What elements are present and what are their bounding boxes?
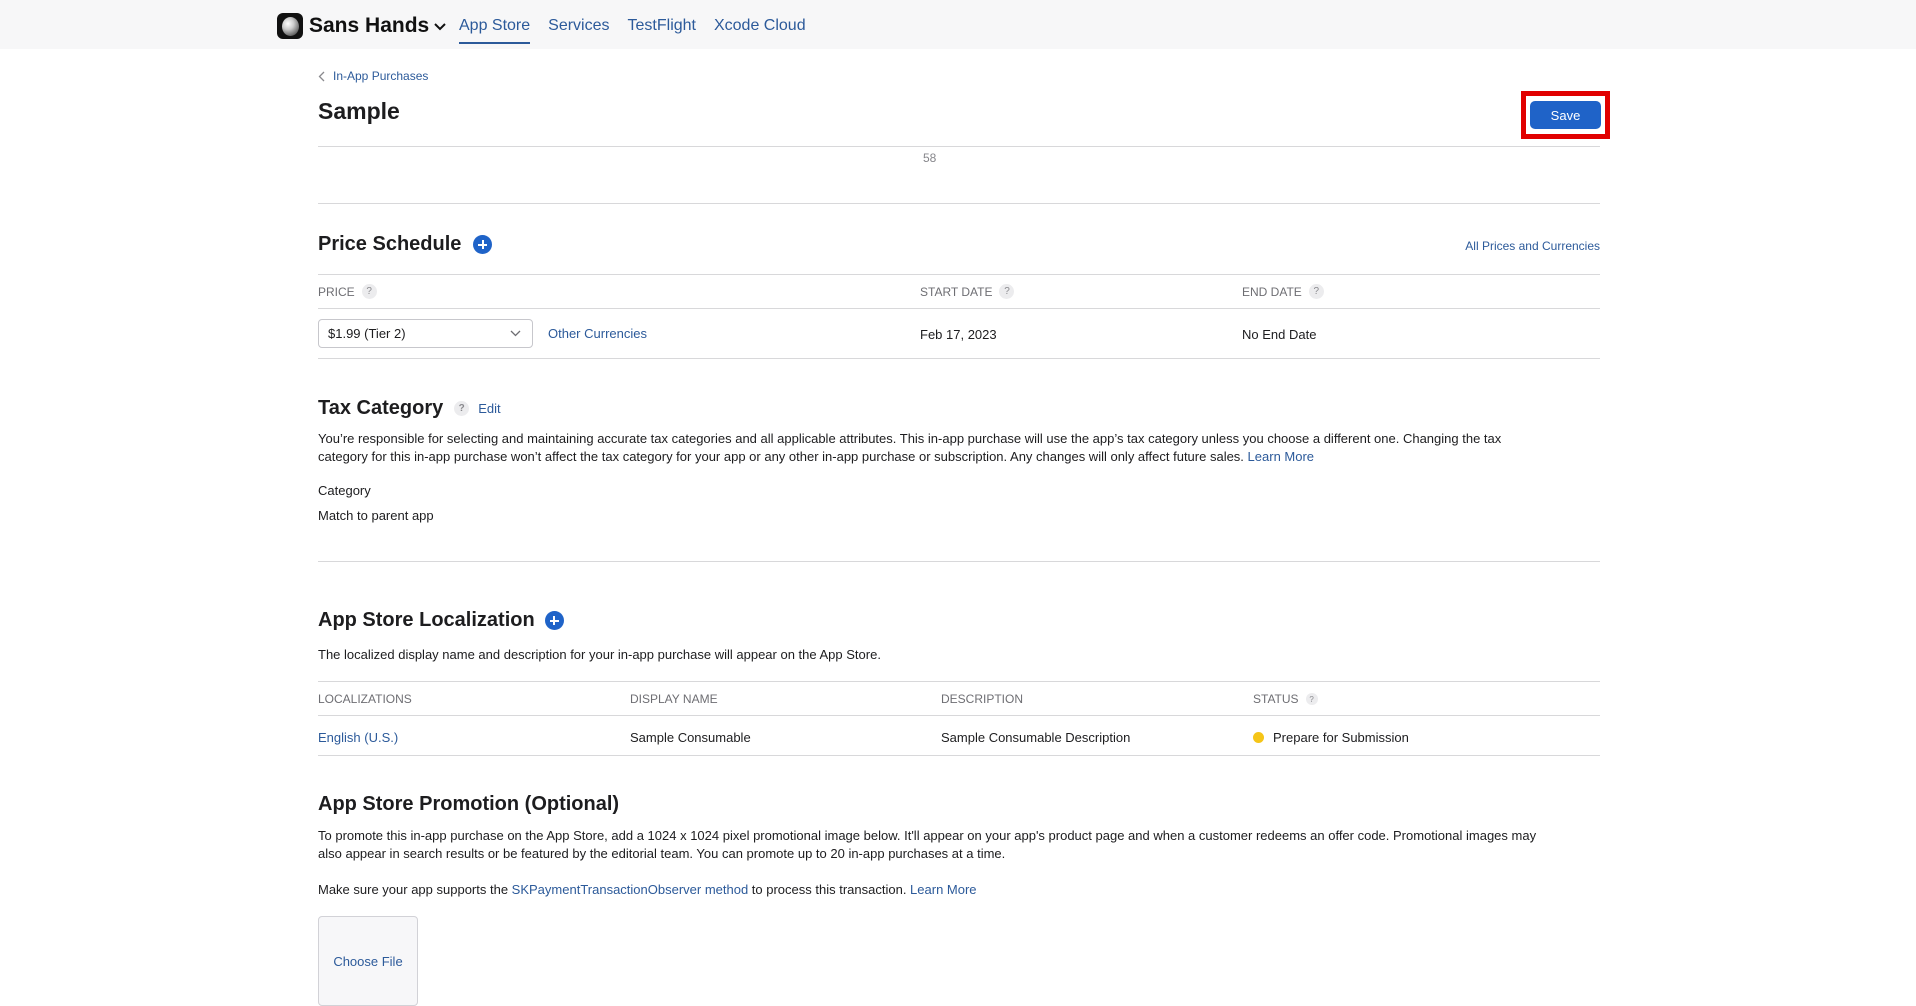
- tab-services[interactable]: Services: [548, 17, 609, 44]
- header-label: PRICE: [318, 284, 355, 299]
- tax-description-line: category for this in-app purchase won’t …: [318, 449, 1244, 464]
- character-counter: 58: [923, 151, 937, 165]
- tax-category-heading: Tax Category ? Edit: [318, 397, 501, 420]
- divider: [318, 308, 1600, 309]
- header-label: START DATE: [920, 284, 993, 299]
- divider: [318, 715, 1600, 716]
- promotion-support-text: Make sure your app supports the SKPaymen…: [318, 881, 977, 899]
- column-header-price: PRICE?: [318, 284, 377, 299]
- status-indicator-icon: [1253, 732, 1264, 743]
- tab-testflight[interactable]: TestFlight: [628, 17, 696, 44]
- column-header-end-date: END DATE?: [1242, 284, 1324, 299]
- help-icon[interactable]: ?: [1305, 693, 1318, 705]
- display-name-cell: Sample Consumable: [630, 730, 751, 745]
- tax-description-line: You’re responsible for selecting and mai…: [318, 431, 1502, 446]
- promotion-description-line: also appear in search results or be feat…: [318, 846, 1006, 861]
- support-text: Make sure your app supports the: [318, 882, 512, 897]
- app-name: Sans Hands: [309, 14, 430, 37]
- divider: [318, 203, 1600, 204]
- divider: [318, 681, 1600, 682]
- chevron-down-icon: [510, 330, 521, 337]
- help-icon[interactable]: ?: [361, 284, 377, 299]
- column-header-start-date: START DATE?: [920, 284, 1015, 299]
- support-text: to process this transaction.: [748, 882, 911, 897]
- tax-edit-link[interactable]: Edit: [478, 401, 500, 416]
- breadcrumb-back-link[interactable]: In-App Purchases: [318, 69, 428, 83]
- other-currencies-link[interactable]: Other Currencies: [548, 326, 647, 341]
- choose-file-button[interactable]: Choose File: [318, 916, 418, 1006]
- tab-app-store[interactable]: App Store: [459, 17, 531, 44]
- price-schedule-heading: Price Schedule: [318, 233, 493, 256]
- promotion-learn-more-link[interactable]: Learn More: [910, 882, 976, 897]
- choose-file-label: Choose File: [333, 953, 403, 969]
- promotion-description: To promote this in-app purchase on the A…: [318, 827, 1608, 863]
- column-header-display-name: DISPLAY NAME: [630, 692, 718, 706]
- help-icon[interactable]: ?: [1308, 284, 1324, 299]
- column-header-status: STATUS?: [1253, 692, 1318, 706]
- app-icon: [277, 13, 303, 39]
- add-localization-icon[interactable]: [544, 611, 564, 630]
- price-schedule-title: Price Schedule: [318, 233, 462, 255]
- localization-title: App Store Localization: [318, 609, 535, 631]
- divider: [318, 274, 1600, 275]
- chevron-down-icon: [434, 23, 446, 31]
- page-title: Sample: [318, 98, 400, 124]
- column-header-description: DESCRIPTION: [941, 692, 1024, 706]
- description-cell: Sample Consumable Description: [941, 730, 1131, 745]
- price-select[interactable]: $1.99 (Tier 2): [318, 319, 533, 348]
- divider: [318, 146, 1600, 147]
- promotion-description-line: To promote this in-app purchase on the A…: [318, 828, 1537, 843]
- promotion-title: App Store Promotion (Optional): [318, 793, 620, 815]
- save-button[interactable]: Save: [1530, 101, 1601, 129]
- skpayment-link[interactable]: SKPaymentTransactionObserver method: [512, 882, 749, 897]
- divider: [318, 561, 1600, 562]
- localization-description: The localized display name and descripti…: [318, 647, 881, 662]
- tax-description: You’re responsible for selecting and mai…: [318, 430, 1608, 466]
- header-label: STATUS: [1253, 692, 1299, 706]
- divider: [318, 358, 1600, 359]
- price-select-value: $1.99 (Tier 2): [328, 326, 406, 341]
- tax-learn-more-link[interactable]: Learn More: [1248, 449, 1314, 464]
- header-label: END DATE: [1242, 284, 1302, 299]
- app-switcher[interactable]: Sans Hands: [277, 13, 447, 39]
- localization-heading: App Store Localization: [318, 609, 564, 632]
- column-header-localizations: LOCALIZATIONS: [318, 692, 412, 706]
- divider: [318, 755, 1600, 756]
- breadcrumb-label: In-App Purchases: [333, 69, 429, 83]
- all-prices-link[interactable]: All Prices and Currencies: [1465, 239, 1600, 253]
- help-icon[interactable]: ?: [454, 401, 470, 416]
- category-value: Match to parent app: [318, 508, 434, 523]
- chevron-left-icon: [318, 71, 325, 81]
- status-text: Prepare for Submission: [1273, 730, 1409, 745]
- status-cell: Prepare for Submission: [1253, 730, 1409, 745]
- tab-xcode-cloud[interactable]: Xcode Cloud: [714, 17, 806, 44]
- add-price-icon[interactable]: [473, 235, 493, 254]
- start-date-value: Feb 17, 2023: [920, 327, 997, 342]
- top-navigation-bar: Sans Hands App Store Services TestFlight…: [0, 0, 1916, 49]
- locale-link[interactable]: English (U.S.): [318, 730, 398, 745]
- end-date-value: No End Date: [1242, 327, 1317, 342]
- help-icon[interactable]: ?: [999, 284, 1015, 299]
- main-tabs: App Store Services TestFlight Xcode Clou…: [459, 17, 824, 44]
- tax-category-title: Tax Category: [318, 397, 444, 419]
- category-label: Category: [318, 483, 371, 498]
- save-highlight: Save: [1521, 91, 1610, 139]
